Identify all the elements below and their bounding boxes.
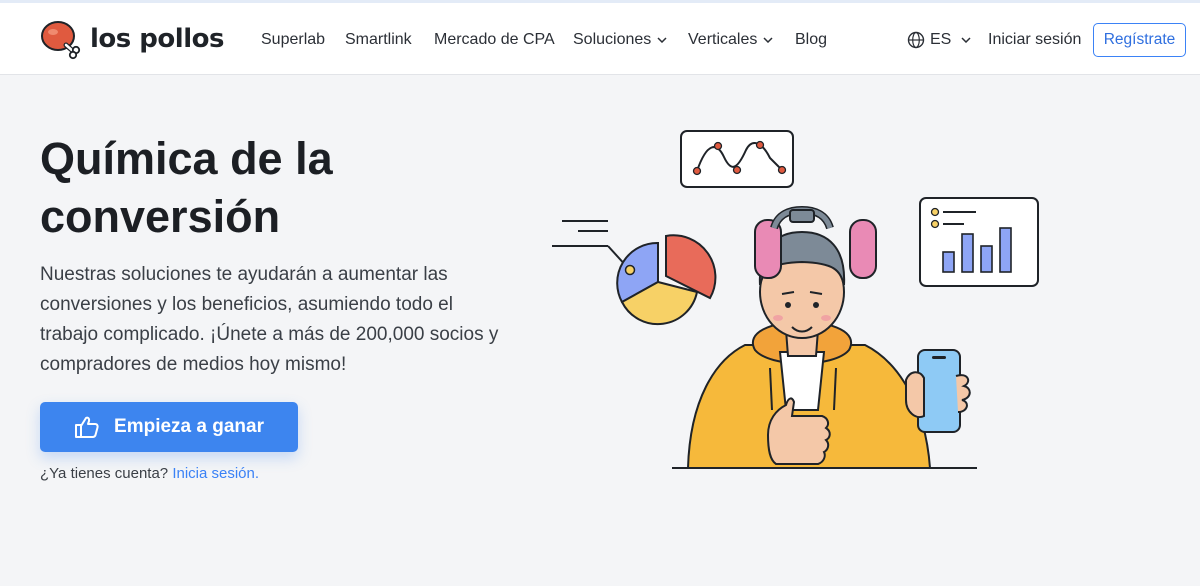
account-prompt: ¿Ya tienes cuenta?: [40, 465, 169, 482]
nav-smartlink[interactable]: Smartlink: [345, 29, 412, 51]
account-prompt-row: ¿Ya tienes cuenta? Inicia sesión.: [40, 465, 259, 482]
nav-superlab[interactable]: Superlab: [261, 29, 325, 51]
login-link[interactable]: Iniciar sesión: [988, 29, 1081, 51]
signin-link[interactable]: Inicia sesión.: [172, 465, 259, 482]
hero-title: Química de la conversión: [40, 133, 333, 242]
globe-icon: [907, 31, 925, 49]
nav-soluciones[interactable]: Soluciones: [573, 29, 667, 51]
start-earning-label: Empieza a ganar: [114, 416, 264, 437]
register-button[interactable]: Regístrate: [1093, 23, 1186, 57]
line-chart-card: [680, 130, 794, 188]
thumbs-up-icon: [74, 415, 100, 439]
chicken-leg-icon: [41, 21, 81, 60]
brand-logo[interactable]: los pollos: [40, 19, 224, 61]
start-earning-button[interactable]: Empieza a ganar: [40, 402, 298, 452]
nav-soluciones-label: Soluciones: [573, 31, 652, 48]
chevron-down-icon: [657, 37, 667, 43]
brand-name: los pollos: [90, 24, 224, 54]
bar-chart-card: [919, 197, 1039, 287]
language-selector[interactable]: ES: [907, 29, 971, 51]
nav-mercado-de-cpa[interactable]: Mercado de CPA: [434, 29, 555, 51]
chevron-down-icon: [763, 37, 773, 43]
nav-verticales-label: Verticales: [688, 31, 758, 48]
pie-chart: [552, 220, 717, 326]
hero-illustration: [552, 130, 1039, 469]
nav-verticales[interactable]: Verticales: [688, 29, 773, 51]
nav-blog[interactable]: Blog: [795, 29, 827, 51]
chevron-down-icon: [961, 37, 971, 43]
site-header: los pollos Superlab Smartlink Mercado de…: [0, 3, 1200, 75]
language-label: ES: [930, 31, 952, 48]
hero-description: Nuestras soluciones te ayudarán a aument…: [40, 264, 499, 375]
